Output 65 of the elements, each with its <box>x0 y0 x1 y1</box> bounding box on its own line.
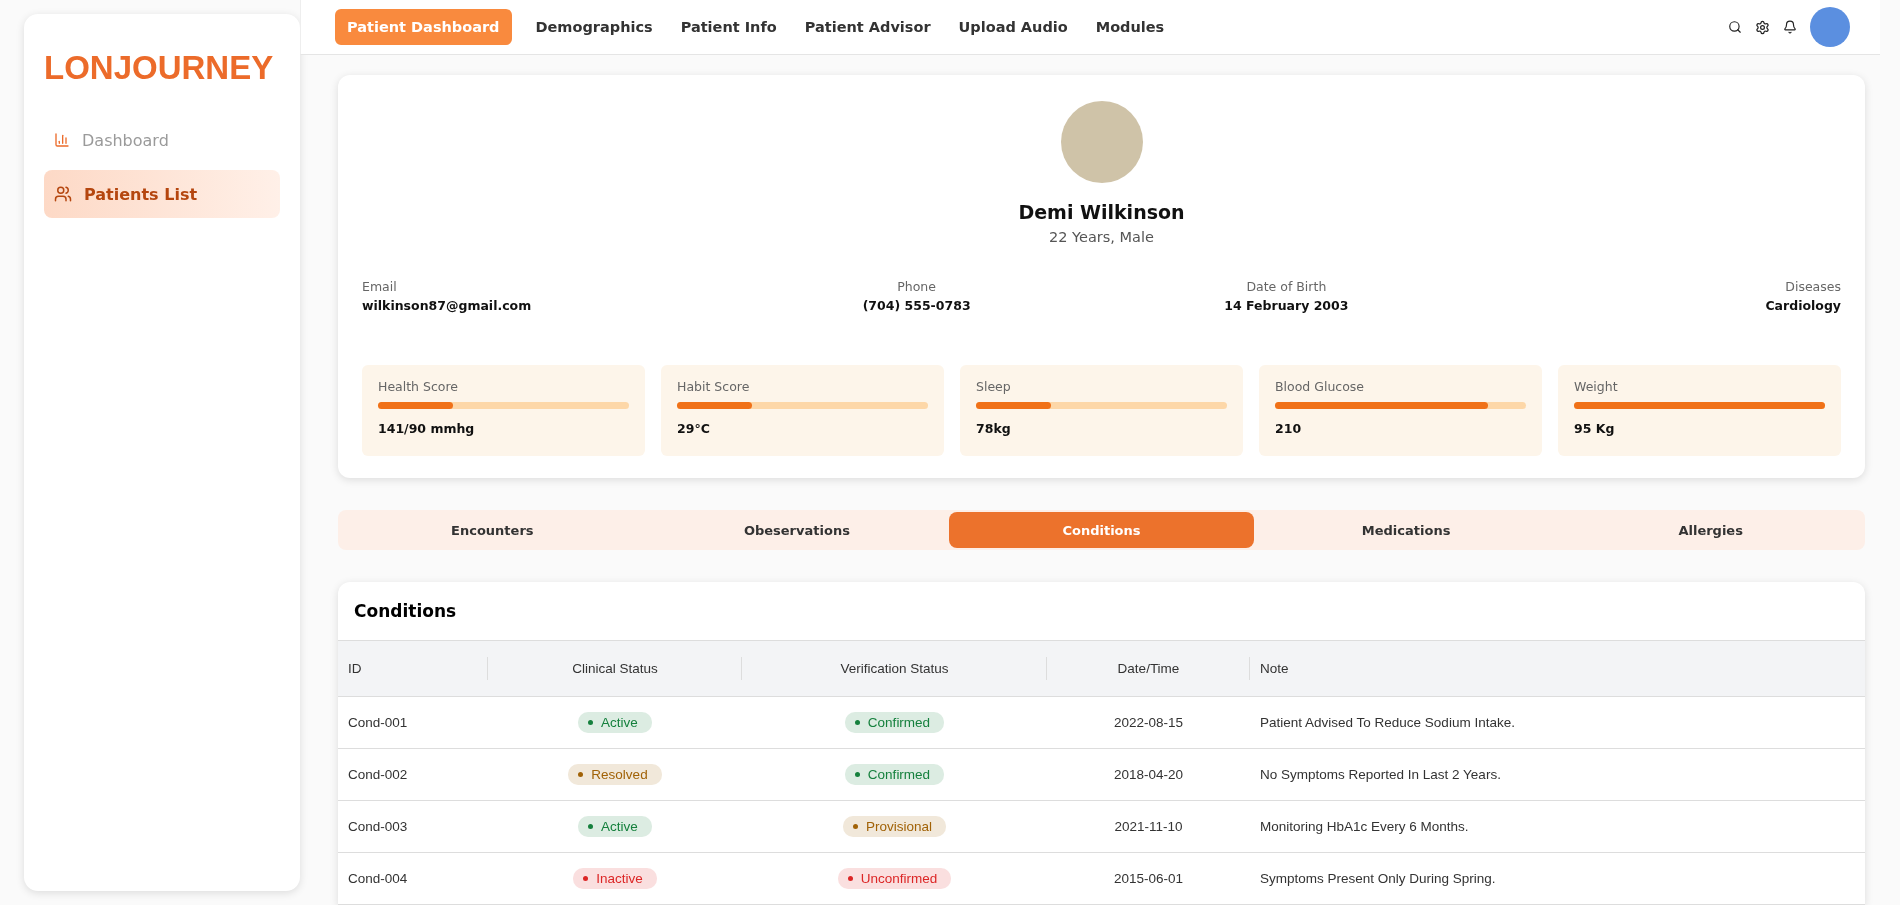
status-badge: Inactive <box>573 868 657 889</box>
table-cell: Cond-003 <box>338 801 488 853</box>
table-cell: Monitoring HbA1c Every 6 Months. <box>1250 801 1865 853</box>
field-label: Diseases <box>1785 279 1841 294</box>
sidebar-item[interactable]: Patients List <box>44 170 280 218</box>
status-badge: Provisional <box>843 816 946 837</box>
table-cell: No Symptoms Reported In Last 2 Years. <box>1250 749 1865 801</box>
bar-chart-icon <box>54 132 70 148</box>
column-header: Date/Time <box>1047 641 1250 697</box>
status-badge: Confirmed <box>844 712 945 733</box>
brand-logo: LONJOURNEY <box>44 48 274 88</box>
column-header: Verification Status <box>742 641 1047 697</box>
table-cell: Cond-002 <box>338 749 488 801</box>
nav-tab[interactable]: Demographics <box>523 9 665 45</box>
metric-value: 210 <box>1275 421 1303 436</box>
tab[interactable]: Obeservations <box>644 512 950 548</box>
table-cell: Cond-004 <box>338 853 488 905</box>
table-cell: Patient Advised To Reduce Sodium Intake. <box>1250 697 1865 749</box>
field-label: Phone <box>897 279 936 294</box>
tab[interactable]: Encounters <box>340 512 645 548</box>
patient-name: Demi Wilkinson <box>1018 201 1185 223</box>
tab[interactable]: Allergies <box>1558 512 1863 548</box>
patient-age-gender: 22 Years, Male <box>1049 229 1154 245</box>
field-label: Date of Birth <box>1246 279 1327 294</box>
table-cell: 2022-08-15 <box>1047 697 1250 749</box>
table-cell: 2015-06-01 <box>1047 853 1250 905</box>
table-cell: 2021-11-10 <box>1047 801 1250 853</box>
table-cell: Cond-001 <box>338 697 488 749</box>
metric-label: Blood Glucose <box>1275 379 1366 394</box>
nav-tab[interactable]: Modules <box>1083 9 1177 45</box>
field-value: wilkinson87@gmail.com <box>362 298 532 313</box>
status-badge: Resolved <box>568 764 662 785</box>
field-value: 14 February 2003 <box>1224 298 1349 313</box>
field-value: (704) 555-0783 <box>862 298 971 313</box>
metric-label: Habit Score <box>677 379 751 394</box>
bell-icon[interactable] <box>1783 20 1797 34</box>
nav-tab[interactable]: Patient Info <box>668 9 789 45</box>
metric-value: 78kg <box>976 421 1012 436</box>
users-icon <box>54 185 72 203</box>
table-cell: 2018-04-20 <box>1047 749 1250 801</box>
search-icon[interactable] <box>1728 20 1742 34</box>
field-label: Email <box>362 279 397 294</box>
status-badge: Active <box>578 712 652 733</box>
status-badge: Active <box>578 816 652 837</box>
status-badge: Confirmed <box>844 764 945 785</box>
metric-value: 141/90 mmhg <box>378 421 476 436</box>
metric-label: Sleep <box>976 379 1012 394</box>
settings-icon[interactable] <box>1755 19 1770 35</box>
table-cell: Symptoms Present Only During Spring. <box>1250 853 1865 905</box>
metric-value: 29°C <box>677 421 711 436</box>
sidebar-item-label: Dashboard <box>82 130 169 150</box>
metric-value: 95 Kg <box>1574 421 1616 436</box>
metric-label: Weight <box>1574 379 1619 394</box>
column-header: Clinical Status <box>488 641 742 697</box>
card-title: Conditions <box>353 600 458 623</box>
sidebar-item-label: Patients List <box>84 184 198 204</box>
status-badge: Unconfirmed <box>837 868 952 889</box>
metric-label: Health Score <box>378 379 460 394</box>
field-value: Cardiology <box>1765 298 1841 313</box>
tab[interactable]: Medications <box>1253 512 1559 548</box>
nav-tab[interactable]: Patient Advisor <box>792 9 943 45</box>
nav-tab[interactable]: Upload Audio <box>946 9 1080 45</box>
column-header: ID <box>338 641 488 697</box>
user-avatar[interactable] <box>1810 7 1850 47</box>
column-header: Note <box>1250 641 1865 697</box>
